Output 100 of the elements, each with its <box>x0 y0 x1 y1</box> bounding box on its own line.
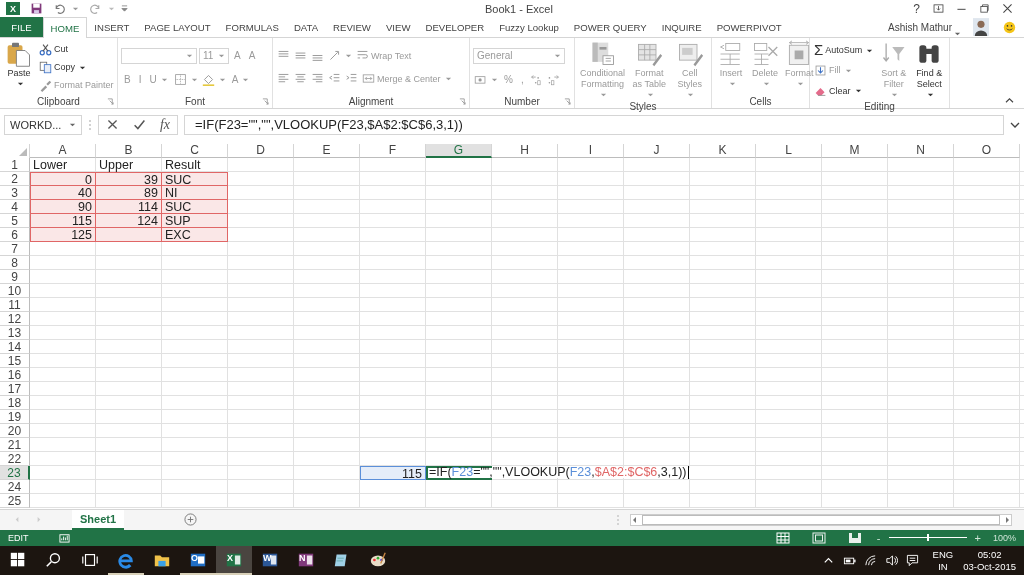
ribbon-tab[interactable]: DATA <box>286 17 326 38</box>
row-header[interactable]: 13 <box>0 325 30 340</box>
row-header[interactable]: 10 <box>0 283 30 298</box>
ribbon-tab[interactable]: DEVELOPER <box>417 17 492 38</box>
wifi-icon[interactable] <box>863 554 877 568</box>
ribbon-tab[interactable]: Fuzzy Lookup <box>491 17 567 38</box>
autosum-button[interactable]: Σ AutoSum <box>813 43 875 58</box>
zoom-level[interactable]: 100% <box>992 532 1016 543</box>
drag-handle-icon[interactable] <box>88 118 92 131</box>
zoom-slider-thumb[interactable] <box>926 534 929 542</box>
column-header[interactable]: K <box>690 143 756 158</box>
find-select-button[interactable]: Find & Select <box>912 40 946 102</box>
row-header[interactable]: 16 <box>0 367 30 382</box>
row-header[interactable]: 11 <box>0 297 30 312</box>
help-button[interactable]: ? <box>913 1 920 16</box>
caret-icon[interactable] <box>72 5 79 13</box>
column-header[interactable]: N <box>888 143 954 158</box>
customize-toolbar-icon[interactable] <box>121 5 128 13</box>
ribbon-tab[interactable]: POWER QUERY <box>566 17 655 38</box>
account-name[interactable]: Ashish Mathur <box>888 21 952 33</box>
sheet-cell[interactable]: Upper <box>96 157 162 172</box>
normal-view-icon[interactable] <box>775 531 790 544</box>
clock-time[interactable]: 05:02 <box>977 548 1002 561</box>
column-header[interactable]: D <box>228 143 294 158</box>
collapse-ribbon-icon[interactable] <box>1005 97 1014 105</box>
row-header[interactable]: 7 <box>0 241 30 256</box>
notifications-icon[interactable] <box>905 554 919 568</box>
zoom-in-button[interactable]: + <box>974 531 981 544</box>
cell-editor[interactable]: =IF(F23="","",VLOOKUP(F23,$A$2:$C$6,3,1)) <box>428 467 690 478</box>
column-header[interactable]: G <box>426 143 492 158</box>
clock-date[interactable]: 03-Oct-2015 <box>963 560 1016 573</box>
document-app-button[interactable]: W <box>252 546 288 575</box>
sheet-tab[interactable]: Sheet1 <box>72 509 125 530</box>
row-header[interactable]: 22 <box>0 451 30 466</box>
dialog-launcher-icon[interactable] <box>107 97 114 105</box>
scroll-right-icon[interactable] <box>1003 515 1011 524</box>
page-break-icon[interactable] <box>847 531 862 544</box>
sheet-cell[interactable]: 0 <box>30 171 96 186</box>
zoom-out-button[interactable]: - <box>876 531 881 544</box>
horizontal-scrollbar[interactable] <box>630 513 1012 526</box>
column-header[interactable]: M <box>822 143 888 158</box>
file-tab[interactable]: FILE <box>0 17 43 38</box>
ribbon-tab[interactable]: POWERPIVOT <box>709 17 790 38</box>
smiley-icon[interactable] <box>1003 20 1016 34</box>
ribbon-tab[interactable]: INSERT <box>86 17 137 38</box>
spreadsheet-app-button[interactable]: X <box>216 546 252 575</box>
copy-button[interactable]: Copy <box>38 59 87 75</box>
row-header[interactable]: 8 <box>0 255 30 270</box>
ribbon-tab[interactable]: FORMULAS <box>218 17 287 38</box>
ribbon-tab[interactable]: VIEW <box>378 17 418 38</box>
volume-icon[interactable] <box>884 554 898 568</box>
row-header[interactable]: 24 <box>0 479 30 494</box>
row-header[interactable]: 15 <box>0 353 30 368</box>
checkmark-icon[interactable] <box>132 118 146 132</box>
sheet-cell[interactable]: 39 <box>96 171 162 186</box>
column-header[interactable]: J <box>624 143 690 158</box>
column-header[interactable]: E <box>294 143 360 158</box>
dialog-launcher-icon[interactable] <box>564 97 571 105</box>
row-header[interactable]: 18 <box>0 395 30 410</box>
sheet-cell[interactable]: Result <box>162 157 228 172</box>
caret-icon[interactable] <box>954 30 961 38</box>
column-header[interactable]: L <box>756 143 822 158</box>
notebook-app-button[interactable]: N <box>288 546 324 575</box>
ribbon-tab[interactable]: PAGE LAYOUT <box>136 17 219 38</box>
ribbon-tab[interactable]: REVIEW <box>325 17 379 38</box>
ribbon-tab[interactable]: HOME <box>43 17 87 39</box>
row-header[interactable]: 1 <box>0 157 30 172</box>
clear-button[interactable]: Clear <box>813 83 863 99</box>
column-header[interactable]: A <box>30 143 96 158</box>
column-header[interactable]: H <box>492 143 558 158</box>
scroll-left-icon[interactable] <box>631 515 639 524</box>
avatar[interactable] <box>973 18 989 37</box>
cancel-icon[interactable] <box>105 118 119 132</box>
column-header[interactable]: C <box>162 143 228 158</box>
redo-icon[interactable] <box>89 2 102 16</box>
ribbon-tab[interactable]: INQUIRE <box>654 17 710 38</box>
cut-button[interactable]: Cut <box>38 41 69 57</box>
dialog-launcher-icon[interactable] <box>262 97 269 105</box>
save-icon[interactable] <box>30 2 43 16</box>
undo-icon[interactable] <box>53 2 66 16</box>
page-layout-icon[interactable] <box>811 531 826 544</box>
input-region[interactable]: IN <box>938 560 948 573</box>
sheet-cell[interactable]: Lower <box>30 157 96 172</box>
sheet-cell[interactable]: 115 <box>360 465 426 480</box>
column-header[interactable]: I <box>558 143 624 158</box>
row-header[interactable]: 17 <box>0 381 30 396</box>
ribbon-display-icon[interactable] <box>932 2 945 16</box>
close-icon[interactable] <box>1001 2 1014 16</box>
column-header[interactable]: B <box>96 143 162 158</box>
expand-icon[interactable] <box>1010 120 1020 129</box>
restore-icon[interactable] <box>978 2 991 16</box>
dialog-launcher-icon[interactable] <box>459 97 466 105</box>
row-header[interactable]: 9 <box>0 269 30 284</box>
row-header[interactable]: 20 <box>0 423 30 438</box>
column-header[interactable]: O <box>954 143 1020 158</box>
row-header[interactable]: 14 <box>0 339 30 354</box>
row-header[interactable]: 19 <box>0 409 30 424</box>
insert-function-button[interactable]: fx <box>159 116 170 133</box>
formula-input[interactable]: =IF(F23="","",VLOOKUP(F23,$A$2:$C$6,3,1)) <box>184 114 1004 135</box>
paste-button[interactable]: Paste <box>3 40 35 95</box>
